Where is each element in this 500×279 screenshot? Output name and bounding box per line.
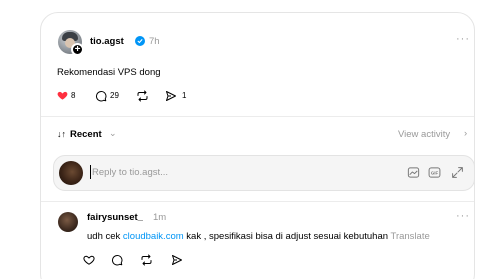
expand-icon[interactable] — [451, 166, 464, 179]
post-more-options-icon[interactable]: ··· — [456, 33, 470, 45]
current-user-avatar — [59, 161, 83, 185]
chevron-right-icon: › — [464, 128, 468, 139]
sort-icon: ↓↑ — [57, 129, 66, 139]
comment-more-options-icon[interactable]: ··· — [456, 210, 470, 222]
post-timestamp: 7h — [149, 36, 160, 47]
heart-icon — [83, 255, 95, 265]
view-activity-link[interactable]: View activity — [398, 129, 450, 140]
share-icon — [172, 255, 182, 265]
repost-icon — [141, 254, 152, 266]
post-author-username[interactable]: tio.agst — [90, 36, 124, 47]
comment-text-after: kak , spesifikasi bisa di adjust sesuai … — [183, 231, 389, 242]
repost-icon — [137, 90, 148, 102]
comment-link[interactable]: cloudbaik.com — [123, 231, 184, 242]
divider — [41, 116, 474, 117]
comment-icon — [111, 254, 123, 266]
share-count: 1 — [182, 91, 187, 100]
image-icon[interactable] — [407, 166, 420, 179]
comment-count: 29 — [110, 91, 119, 100]
comment-text: udh cek cloudbaik.com kak , spesifikasi … — [87, 231, 430, 242]
comment-author-avatar[interactable] — [58, 212, 78, 232]
comment-text-before: udh cek — [87, 231, 123, 242]
post-text: Rekomendasi VPS dong — [57, 67, 161, 78]
divider — [41, 201, 474, 202]
comment-timestamp: 1m — [153, 212, 167, 223]
heart-icon — [57, 91, 68, 100]
chevron-down-icon: ⌄ — [109, 128, 117, 138]
reply-input[interactable] — [92, 163, 382, 181]
translate-link[interactable]: Translate — [391, 231, 430, 242]
like-count: 8 — [71, 91, 76, 100]
svg-text:GIF: GIF — [431, 170, 439, 175]
plus-icon[interactable]: + — [71, 43, 84, 56]
verified-icon — [135, 36, 145, 46]
share-icon — [166, 91, 176, 101]
text-caret — [90, 165, 91, 179]
sort-label: Recent — [70, 129, 102, 140]
comment-icon — [95, 90, 107, 102]
gif-icon[interactable]: GIF — [428, 166, 441, 179]
comment-author-username[interactable]: fairysunset_ — [87, 212, 143, 223]
